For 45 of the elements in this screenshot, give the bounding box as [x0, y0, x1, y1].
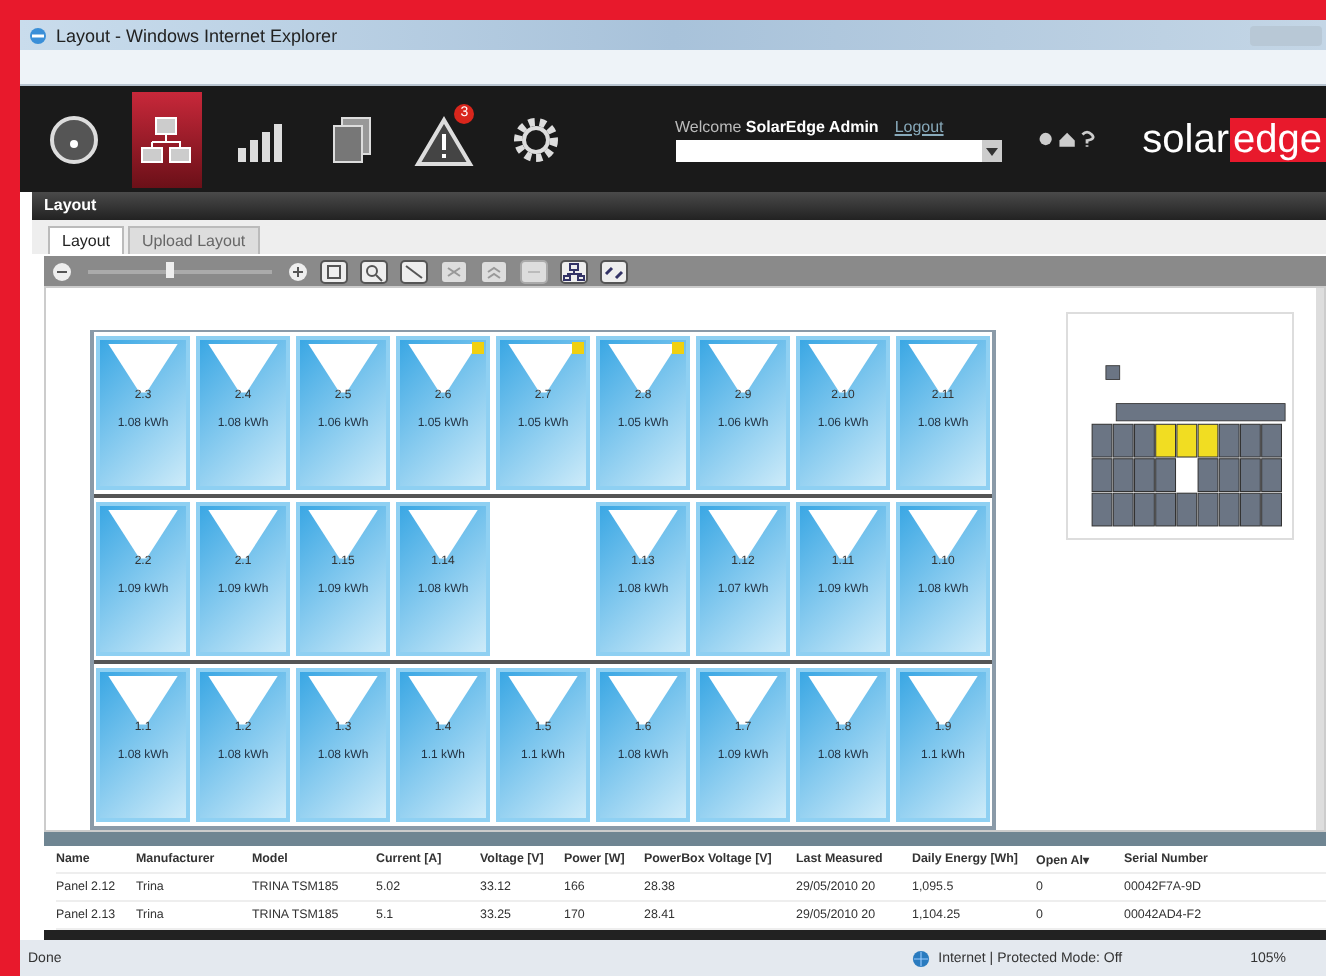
triangle-icon — [806, 676, 880, 728]
nav-item[interactable] — [132, 91, 201, 187]
fit-icon[interactable] — [320, 259, 348, 283]
logout-link[interactable]: Logout — [894, 117, 944, 135]
triangle-icon — [406, 676, 480, 728]
triangle-icon — [706, 510, 780, 562]
triangle-icon — [206, 676, 280, 728]
triangle-icon — [806, 344, 880, 396]
search-icon[interactable] — [360, 259, 388, 283]
globe-icon — [912, 949, 931, 967]
panel-title: Layout — [32, 192, 1326, 220]
gauge-icon — [48, 113, 101, 165]
welcome-text: Welcome SolarEdge Admin — [675, 117, 879, 135]
site-dropdown[interactable] — [675, 139, 1001, 161]
triangle-icon — [806, 510, 880, 562]
triangle-icon — [906, 510, 980, 562]
triangle-icon — [606, 510, 680, 562]
browser-icon — [28, 25, 48, 45]
triangle-icon — [706, 344, 780, 396]
zoom-in-icon[interactable] — [288, 261, 308, 281]
triangle-icon — [306, 510, 380, 562]
triangle-icon — [106, 676, 180, 728]
expand-icon[interactable] — [480, 259, 508, 283]
triangle-icon — [106, 344, 180, 396]
zoom-out-icon[interactable] — [52, 261, 72, 281]
network-icon — [140, 113, 193, 165]
help-home-settings-icon[interactable] — [1037, 128, 1099, 150]
triangle-icon — [906, 344, 980, 396]
hierarchy-icon[interactable] — [560, 259, 588, 283]
settings-icon — [510, 113, 563, 165]
triangle-icon — [106, 510, 180, 562]
triangle-icon — [306, 344, 380, 396]
triangle-icon — [706, 676, 780, 728]
logo: solaredge — [1142, 117, 1326, 161]
triangle-icon — [506, 676, 580, 728]
tab[interactable]: Upload Layout — [128, 226, 260, 254]
triangle-icon — [206, 510, 280, 562]
triangle-icon — [306, 676, 380, 728]
triangle-icon — [906, 676, 980, 728]
window-title: Layout - Windows Internet Explorer — [56, 25, 338, 45]
triangle-icon — [406, 510, 480, 562]
minimap-drawing[interactable] — [1066, 312, 1294, 540]
triangle-icon — [206, 344, 280, 396]
triangle-icon — [606, 676, 680, 728]
tab[interactable]: Layout — [48, 226, 125, 254]
